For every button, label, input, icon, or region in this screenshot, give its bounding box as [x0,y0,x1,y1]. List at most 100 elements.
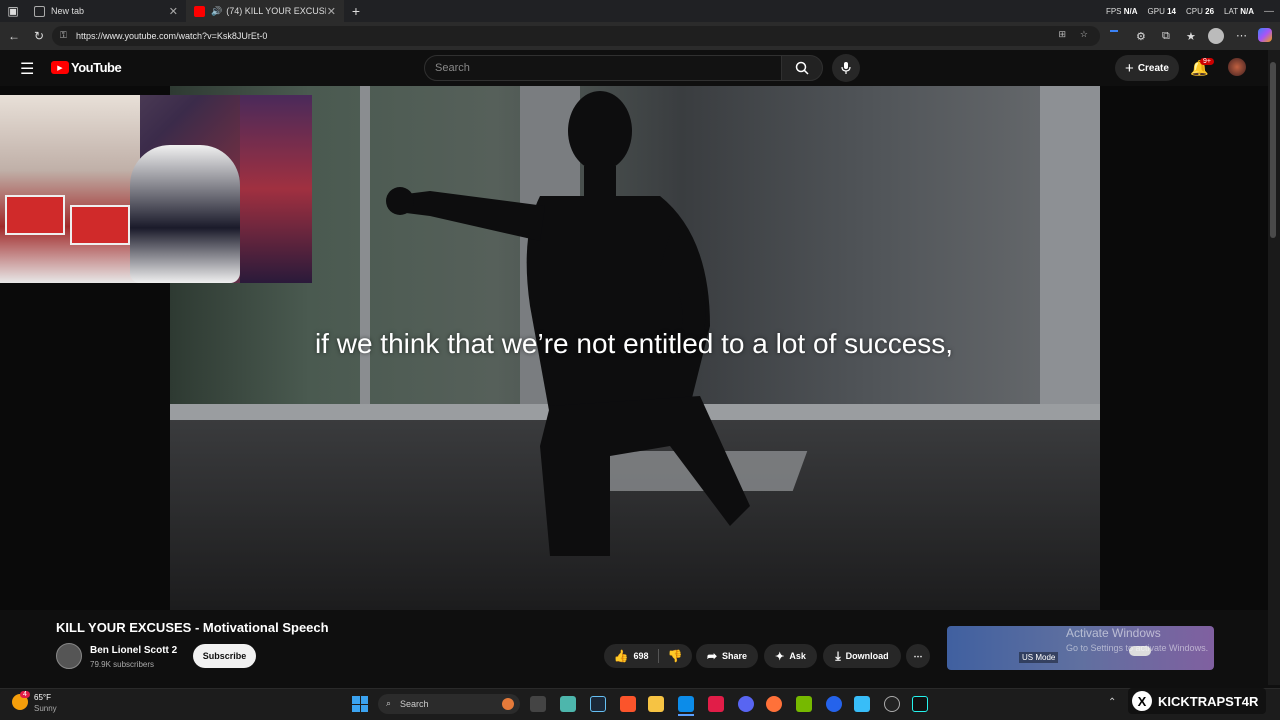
reload-icon[interactable]: ↻ [34,29,44,43]
discord-icon[interactable] [738,696,754,712]
x-logo-icon: X [1132,691,1152,711]
app-icon[interactable] [826,696,842,712]
tiktok-icon[interactable] [912,696,928,712]
divider [657,649,659,663]
obs-icon[interactable] [884,696,900,712]
menu-icon[interactable]: ☰ [20,59,34,79]
channel-name[interactable]: Ben Lionel Scott 2 [90,645,177,656]
brave-icon[interactable] [620,696,636,712]
copilot-icon[interactable] [1258,28,1272,42]
taskbar-search[interactable]: ⌕ Search [378,694,520,714]
weather-badge: 4 [20,691,30,698]
search-placeholder: Search [435,62,470,74]
streamer-handle: KICKTRAPST4R [1158,693,1259,709]
share-label: Share [722,651,748,661]
favorite-star-icon[interactable]: ☆ [1080,29,1088,40]
windows-taskbar [0,688,1280,720]
tiktok-studio-icon[interactable] [708,696,724,712]
extensions-icon[interactable]: ⚙ [1136,30,1146,43]
steam-icon[interactable] [590,696,606,712]
more-actions-button[interactable]: ⋯ [906,644,930,668]
favorites-icon[interactable]: ★ [1186,30,1196,43]
youtube-logo-text: YouTube [71,60,122,75]
streamer-overlay-badge: X KICKTRAPST4R [1128,688,1266,714]
search-input[interactable]: Search [424,55,782,81]
cpu-value: 26 [1205,6,1215,16]
site-info-icon[interactable]: ⚿ [60,30,67,41]
lat-value: N/A [1240,6,1254,16]
ask-label: Ask [789,651,806,661]
activation-watermark-subtitle: Go to Settings to activate Windows. [1066,643,1209,653]
app-icon[interactable] [854,696,870,712]
ask-button[interactable]: ✦ Ask [764,644,817,668]
webcam-overlay [0,95,312,283]
shoe-box [5,195,65,235]
fps-label: FPS [1105,6,1122,16]
split-screen-icon[interactable]: ⧉ [1162,30,1170,43]
url-field[interactable]: ⚿ https://www.youtube.com/watch?v=Ksk8JU… [52,26,1100,46]
speaker-icon[interactable]: 🔊 [211,6,222,17]
task-view-icon[interactable] [530,696,546,712]
search-icon: ⌕ [386,698,392,708]
gpu-value: 14 [1167,6,1177,16]
gaming-chair [130,145,240,283]
mode-badge: US Mode [1019,652,1059,663]
weather-desc: Sunny [34,704,57,713]
close-tab-icon[interactable]: ✕ [327,5,336,18]
search-button[interactable] [781,55,823,81]
thumbs-up-icon: 👍 [613,649,629,663]
system-tray-chevron-icon[interactable]: ⌃ [1108,697,1116,708]
tab-label: (74) KILL YOUR EXCUSES - M [226,6,326,16]
more-icon: ⋯ [913,650,923,661]
dislike-button[interactable]: 👎 [668,649,683,663]
scrollbar-thumb[interactable] [1270,62,1276,238]
like-button[interactable]: 👍 698 [614,649,649,663]
back-icon[interactable]: ← [8,29,20,43]
profile-avatar[interactable] [1208,28,1224,44]
tab-youtube[interactable]: 🔊 (74) KILL YOUR EXCUSES - M ✕ [186,0,344,22]
subscriber-count: 79.9K subscribers [90,660,155,669]
active-app-indicator [678,714,694,716]
create-button[interactable]: + Create [1115,55,1179,81]
more-options-icon[interactable]: ⋯ [1236,29,1247,42]
subscribe-button[interactable]: Subscribe [193,644,256,668]
firefox-icon[interactable] [766,696,782,712]
browser-tab-strip: ▣ New tab ✕ 🔊 (74) KILL YOUR EXCUSES - M… [0,0,1280,22]
notification-badge: 9+ [1200,58,1214,65]
activation-watermark-title: Activate Windows [1066,626,1161,640]
tab-actions-icon[interactable]: ▣ [0,4,26,18]
plus-icon: + [1125,59,1134,77]
minimize-icon[interactable]: — [1264,6,1274,17]
windows-start-icon[interactable] [352,696,368,712]
share-button[interactable]: ➦ Share [696,644,758,668]
url-text: https://www.youtube.com/watch?v=Ksk8JUrE… [76,31,268,41]
notepad-icon[interactable] [560,696,576,712]
video-title: KILL YOUR EXCUSES - Motivational Speech [56,620,329,635]
close-tab-icon[interactable]: ✕ [169,5,178,18]
weather-temp: 65°F [34,693,51,702]
shoe-box [70,205,130,245]
loading-indicator [1110,30,1118,32]
window-frame [1040,86,1100,416]
microphone-icon [841,62,851,74]
window-frame [360,86,370,416]
youtube-logo[interactable]: ▶ YouTube [51,60,122,75]
download-button[interactable]: ⤓ Download [823,644,901,668]
file-explorer-icon[interactable] [648,696,664,712]
tab-label: New tab [51,6,85,16]
sparkle-icon: ✦ [775,650,785,663]
gpu-label: GPU [1147,6,1165,16]
app-available-icon[interactable]: ⊞ [1058,29,1066,40]
voice-search-button[interactable] [832,54,860,82]
edge-icon[interactable] [678,696,694,712]
nvidia-icon[interactable] [796,696,812,712]
fps-value: N/A [1123,6,1138,16]
account-avatar[interactable] [1228,58,1246,76]
channel-avatar[interactable] [56,643,82,669]
new-tab-button[interactable]: + [344,3,368,19]
youtube-play-icon: ▶ [51,61,69,74]
cpu-label: CPU [1186,6,1203,16]
video-player[interactable]: if we think that we’re not entitled to a… [0,86,1268,610]
tab-new-tab[interactable]: New tab ✕ [26,0,186,22]
youtube-favicon-icon [194,5,205,17]
